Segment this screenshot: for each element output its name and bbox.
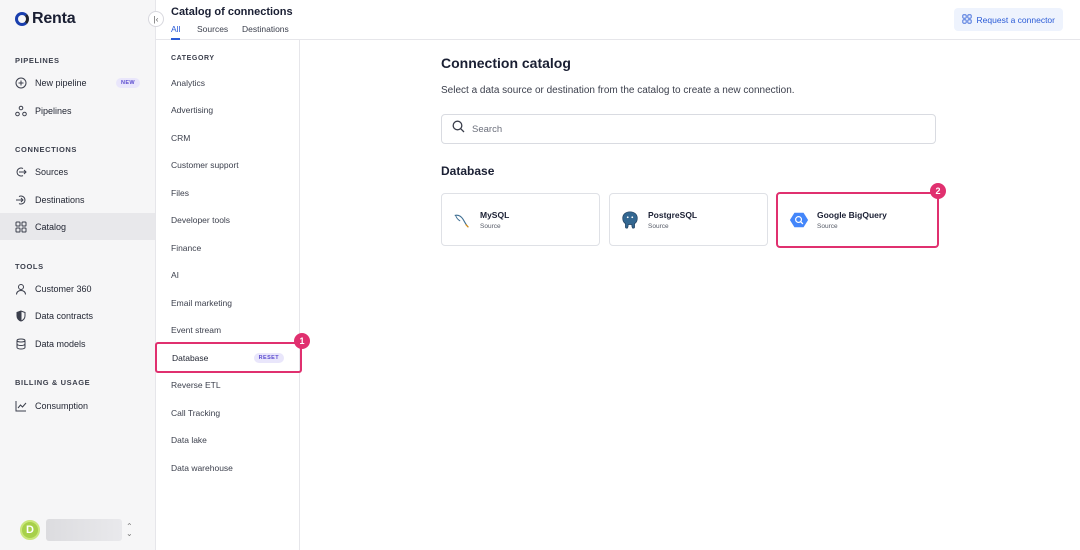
section-title-database: Database <box>441 164 495 178</box>
sidebar-item-catalog[interactable]: Catalog <box>0 213 155 240</box>
source-icon <box>15 166 27 178</box>
tab-all[interactable]: All <box>171 24 181 40</box>
sidebar-item-label: Consumption <box>35 400 89 411</box>
user-icon <box>15 283 27 295</box>
request-connector-label: Request a connector <box>976 14 1055 25</box>
main-subtitle: Select a data source or destination from… <box>441 85 795 96</box>
collapse-sidebar-button[interactable]: |‹ <box>148 11 164 27</box>
destination-icon <box>15 194 27 206</box>
category-item-data-lake[interactable]: Data lake <box>171 435 207 445</box>
category-item-ai[interactable]: AI <box>171 270 179 280</box>
category-item-files[interactable]: Files <box>171 188 189 198</box>
sidebar-item-new-pipeline[interactable]: New pipeline NEW <box>0 69 155 96</box>
category-item-finance[interactable]: Finance <box>171 243 201 253</box>
bigquery-icon <box>789 210 809 230</box>
search-box[interactable] <box>441 114 936 144</box>
category-panel: CATEGORY Analytics Advertising CRM Custo… <box>155 40 302 550</box>
category-item-developer-tools[interactable]: Developer tools <box>171 215 230 225</box>
section-title-billing: BILLING & USAGE <box>15 378 91 387</box>
category-item-data-warehouse[interactable]: Data warehouse <box>171 463 233 473</box>
connector-card-mysql[interactable]: MySQL Source <box>441 193 600 246</box>
connector-name: PostgreSQL <box>648 209 698 220</box>
sidebar-item-label: Catalog <box>35 221 67 232</box>
section-title-connections: CONNECTIONS <box>15 145 78 154</box>
sidebar-item-label: New pipeline <box>35 77 87 88</box>
sidebar-item-data-contracts[interactable]: Data contracts <box>0 302 155 329</box>
header: Catalog of connections All Sources Desti… <box>156 0 1080 40</box>
connector-name: Google BigQuery <box>817 210 887 220</box>
sidebar-item-label: Destinations <box>35 194 85 205</box>
category-item-database[interactable]: Database RESET <box>155 342 302 373</box>
sidebar: Renta PIPELINES New pipeline NEW Pipelin… <box>0 0 156 550</box>
chevron-up-down-icon: ⌃ ⌄ <box>126 522 133 538</box>
category-item-email-marketing[interactable]: Email marketing <box>171 298 232 308</box>
grid-icon <box>15 221 27 233</box>
pipeline-icon <box>15 105 27 117</box>
tab-destinations[interactable]: Destinations <box>242 24 289 38</box>
search-input[interactable] <box>472 123 912 135</box>
search-icon <box>452 120 465 138</box>
sidebar-item-label: Customer 360 <box>35 283 92 294</box>
request-connector-button[interactable]: Request a connector <box>953 8 1063 31</box>
connector-type: Source <box>817 223 838 230</box>
tab-sources[interactable]: Sources <box>197 24 228 38</box>
step-marker-2: 2 <box>930 183 946 199</box>
connector-card-google-bigquery[interactable]: Google BigQuery Source <box>776 192 939 248</box>
sidebar-item-sources[interactable]: Sources <box>0 158 155 185</box>
category-item-analytics[interactable]: Analytics <box>171 78 205 88</box>
category-item-call-tracking[interactable]: Call Tracking <box>171 408 220 418</box>
sidebar-item-data-models[interactable]: Data models <box>0 330 155 357</box>
plus-circle-icon <box>15 77 27 89</box>
category-item-crm[interactable]: CRM <box>171 133 190 143</box>
category-heading: CATEGORY <box>171 55 215 62</box>
category-item-advertising[interactable]: Advertising <box>171 105 213 115</box>
logo[interactable]: Renta <box>15 10 76 28</box>
database-icon <box>15 338 27 350</box>
connector-type: Source <box>648 222 669 230</box>
category-item-event-stream[interactable]: Event stream <box>171 325 221 335</box>
sidebar-item-label: Sources <box>35 166 69 177</box>
sidebar-item-consumption[interactable]: Consumption <box>0 392 155 419</box>
sidebar-item-customer-360[interactable]: Customer 360 <box>0 275 155 302</box>
sidebar-item-label: Data models <box>35 338 86 349</box>
postgresql-icon <box>620 210 640 230</box>
category-item-customer-support[interactable]: Customer support <box>171 160 239 170</box>
logo-text: Renta <box>32 10 76 27</box>
reset-badge[interactable]: RESET <box>253 352 284 363</box>
main-title: Connection catalog <box>441 55 571 71</box>
section-title-pipelines: PIPELINES <box>15 56 60 65</box>
connector-type: Source <box>480 222 501 230</box>
category-item-label: Database <box>172 352 209 363</box>
logo-icon <box>15 12 29 26</box>
chart-icon <box>15 400 27 412</box>
sidebar-item-label: Pipelines <box>35 105 72 116</box>
avatar: D <box>20 520 40 540</box>
user-name-redacted <box>46 519 122 541</box>
new-badge: NEW <box>115 77 140 88</box>
collapse-icon: |‹ <box>153 14 159 24</box>
sidebar-item-label: Data contracts <box>35 310 94 321</box>
shield-icon <box>15 309 27 322</box>
grid-icon <box>961 13 972 26</box>
user-menu[interactable]: D ⌃ ⌄ <box>20 519 133 541</box>
category-item-reverse-etl[interactable]: Reverse ETL <box>171 380 221 390</box>
connector-name: MySQL <box>480 209 510 220</box>
mysql-icon <box>452 210 472 230</box>
connector-card-postgresql[interactable]: PostgreSQL Source <box>609 193 768 246</box>
page-title: Catalog of connections <box>171 6 293 18</box>
sidebar-item-pipelines[interactable]: Pipelines <box>0 97 155 124</box>
step-marker-1: 1 <box>294 333 310 349</box>
sidebar-item-destinations[interactable]: Destinations <box>0 186 155 213</box>
section-title-tools: TOOLS <box>15 262 44 271</box>
